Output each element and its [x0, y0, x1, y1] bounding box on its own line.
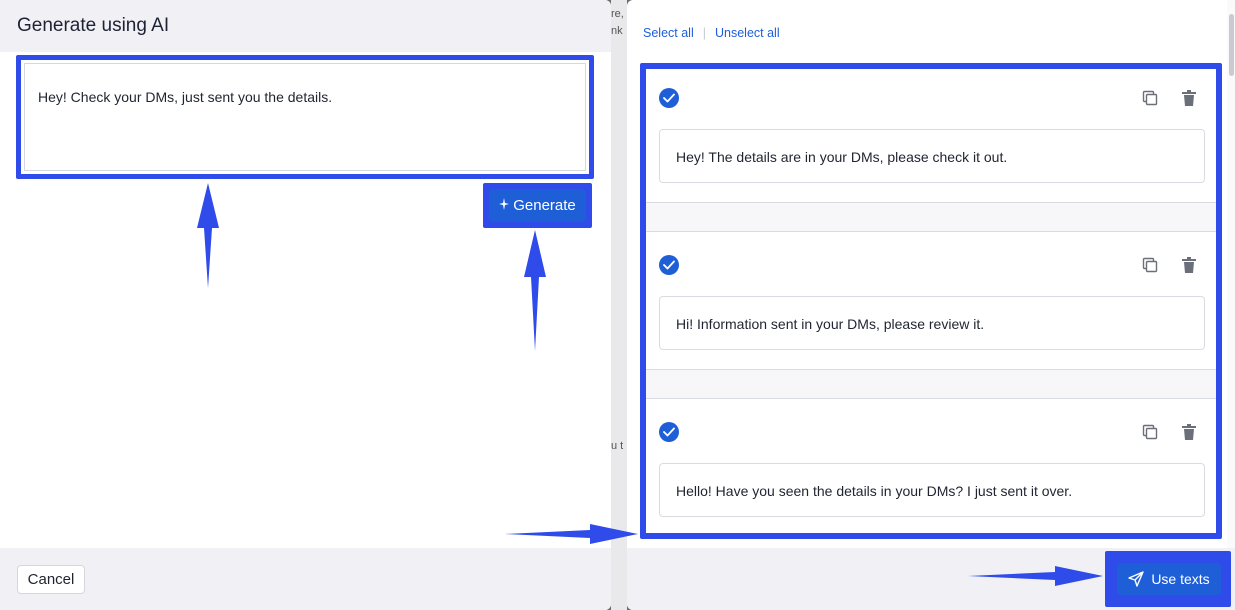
background-text-fragment: nk [611, 25, 623, 37]
result-card: Hello! Have you seen the details in your… [646, 399, 1216, 533]
result-text: Hey! The details are in your DMs, please… [676, 149, 1008, 165]
use-texts-button[interactable]: Use texts [1117, 563, 1221, 595]
background-text-fragment: u t [611, 440, 624, 452]
dialog-title: Generate using AI [17, 15, 170, 36]
prompt-input-value: Hey! Check your DMs, just sent you the d… [38, 89, 333, 105]
select-all-link[interactable]: Select all [643, 26, 694, 40]
trash-icon[interactable] [1182, 424, 1196, 440]
results-list-highlight-frame: Hey! The details are in your DMs, please… [640, 63, 1222, 539]
card-divider [646, 369, 1216, 399]
use-texts-highlight-frame: Use texts [1105, 551, 1231, 607]
check-circle-icon[interactable] [659, 255, 679, 275]
card-divider [646, 202, 1216, 232]
generate-dialog: Generate using AI Hey! Check your DMs, j… [0, 0, 611, 610]
unselect-all-link[interactable]: Unselect all [715, 26, 780, 40]
result-card: Hi! Information sent in your DMs, please… [646, 232, 1216, 369]
copy-icon[interactable] [1142, 257, 1158, 273]
cancel-button[interactable]: Cancel [17, 565, 85, 594]
result-card: Hey! The details are in your DMs, please… [646, 69, 1216, 209]
background-page-strip: re, nk u t [611, 0, 627, 610]
result-text: Hi! Information sent in your DMs, please… [676, 316, 985, 332]
copy-icon[interactable] [1142, 90, 1158, 106]
result-text-field[interactable]: Hello! Have you seen the details in your… [659, 463, 1205, 517]
sparkle-icon [499, 198, 510, 213]
generate-button-label: Generate [513, 197, 576, 214]
send-icon [1128, 571, 1145, 587]
use-texts-label: Use texts [1151, 571, 1210, 587]
results-panel: Select all | Unselect all Hey! The detai… [627, 0, 1235, 610]
dialog-header: Generate using AI [0, 0, 611, 52]
dialog-footer [0, 548, 611, 610]
separator: | [702, 26, 706, 40]
selection-controls: Select all | Unselect all [643, 26, 780, 40]
trash-icon[interactable] [1182, 257, 1196, 273]
copy-icon[interactable] [1142, 424, 1158, 440]
generate-highlight-frame: Generate [483, 183, 592, 228]
result-text: Hello! Have you seen the details in your… [676, 483, 1073, 499]
check-circle-icon[interactable] [659, 88, 679, 108]
check-circle-icon[interactable] [659, 422, 679, 442]
scrollbar[interactable] [1227, 0, 1235, 548]
result-text-field[interactable]: Hi! Information sent in your DMs, please… [659, 296, 1205, 350]
prompt-input[interactable]: Hey! Check your DMs, just sent you the d… [24, 63, 586, 171]
scrollbar-thumb[interactable] [1229, 14, 1234, 76]
generate-button[interactable]: Generate [489, 189, 586, 222]
trash-icon[interactable] [1182, 90, 1196, 106]
background-text-fragment: re, [611, 8, 624, 20]
result-text-field[interactable]: Hey! The details are in your DMs, please… [659, 129, 1205, 183]
prompt-highlight-frame: Hey! Check your DMs, just sent you the d… [16, 55, 594, 179]
